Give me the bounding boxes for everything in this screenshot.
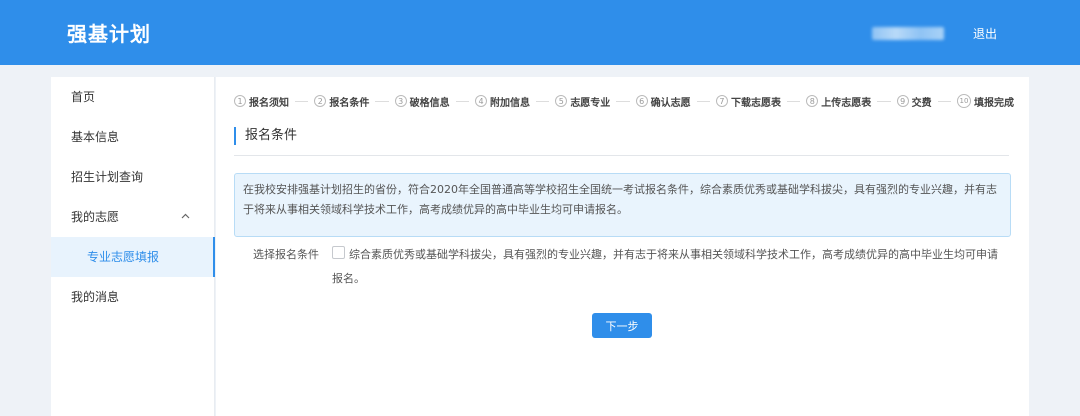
top-header: 强基计划 退出: [0, 0, 1080, 65]
progress-steps: 1 报名须知 2 报名条件 3 破格信息 4 附加信息 5 志愿专业 6 确认志…: [234, 93, 1014, 109]
step-number: 2: [314, 95, 327, 107]
sidebar-item-enrollment-plan[interactable]: 招生计划查询: [51, 157, 214, 197]
sidebar-item-my-applications[interactable]: 我的志愿: [51, 197, 214, 237]
main-panel: 1 报名须知 2 报名条件 3 破格信息 4 附加信息 5 志愿专业 6 确认志…: [216, 77, 1029, 416]
step-item: 7 下载志愿表: [715, 94, 781, 109]
section-title: 报名条件: [234, 127, 297, 145]
step-label: 确认志愿: [650, 97, 691, 109]
condition-label: 选择报名条件: [253, 248, 319, 261]
step-number: 10: [956, 94, 971, 108]
step-label: 填报完成: [973, 97, 1014, 109]
step-connector: [616, 100, 630, 102]
step-label: 附加信息: [489, 97, 530, 109]
condition-checkbox[interactable]: [332, 246, 345, 259]
step-label: 交费: [911, 97, 932, 109]
divider: [234, 155, 1009, 156]
step-number: 7: [715, 95, 728, 107]
step-item: 4 附加信息: [474, 94, 530, 109]
step-item: 1 报名须知: [234, 94, 289, 109]
step-connector: [375, 100, 389, 102]
sidebar-item-label: 招生计划查询: [71, 170, 144, 184]
user-name-blurred: [872, 27, 944, 40]
next-step-button[interactable]: 下一步: [592, 313, 652, 338]
step-item: 6 确认志愿: [635, 94, 691, 109]
chevron-up-icon: [181, 197, 190, 237]
sidebar-item-label: 我的消息: [71, 290, 120, 304]
step-label: 报名条件: [329, 97, 370, 109]
step-connector: [786, 100, 801, 102]
step-label: 破格信息: [409, 97, 450, 109]
sidebar-item-label: 专业志愿填报: [87, 250, 160, 264]
app-title: 强基计划: [67, 22, 151, 46]
step-number: 4: [474, 95, 487, 107]
sidebar: 首页 基本信息 招生计划查询 我的志愿 专业志愿填报 我的消息: [51, 77, 215, 416]
step-connector: [877, 100, 891, 102]
notice-box: 在我校安排强基计划招生的省份，符合2020年全国普通高等学校招生全国统一考试报名…: [234, 173, 1011, 237]
step-number: 9: [896, 95, 909, 107]
step-item: 10 填报完成: [956, 94, 1014, 109]
step-number: 8: [806, 95, 819, 107]
step-item: 9 交费: [896, 94, 932, 109]
step-label: 志愿专业: [570, 97, 611, 109]
step-number: 5: [555, 95, 568, 107]
sidebar-item-major-application[interactable]: 专业志愿填报: [51, 237, 215, 277]
step-label: 报名须知: [249, 97, 289, 109]
step-item: 5 志愿专业: [555, 94, 610, 109]
sidebar-item-label: 我的志愿: [71, 210, 120, 224]
step-item: 2 报名条件: [314, 94, 369, 109]
step-number: 1: [234, 95, 246, 107]
step-connector: [696, 100, 710, 102]
step-connector: [937, 100, 951, 102]
step-label: 下载志愿表: [730, 97, 781, 109]
step-number: 6: [635, 95, 648, 107]
step-item: 8 上传志愿表: [806, 94, 871, 109]
condition-option-text[interactable]: 综合素质优秀或基础学科拔尖，具有强烈的专业兴趣，并有志于将来从事相关领域科学技术…: [332, 243, 1008, 291]
sidebar-item-label: 首页: [71, 90, 96, 104]
step-connector: [455, 100, 469, 102]
logout-button[interactable]: 退出: [973, 25, 997, 42]
sidebar-item-my-messages[interactable]: 我的消息: [51, 277, 214, 317]
sidebar-item-home[interactable]: 首页: [51, 77, 214, 117]
step-number: 3: [394, 95, 407, 107]
step-connector: [295, 100, 309, 102]
step-connector: [535, 100, 550, 102]
step-label: 上传志愿表: [821, 97, 872, 109]
sidebar-item-basic-info[interactable]: 基本信息: [51, 117, 214, 157]
sidebar-item-label: 基本信息: [71, 130, 120, 144]
step-item: 3 破格信息: [394, 94, 450, 109]
